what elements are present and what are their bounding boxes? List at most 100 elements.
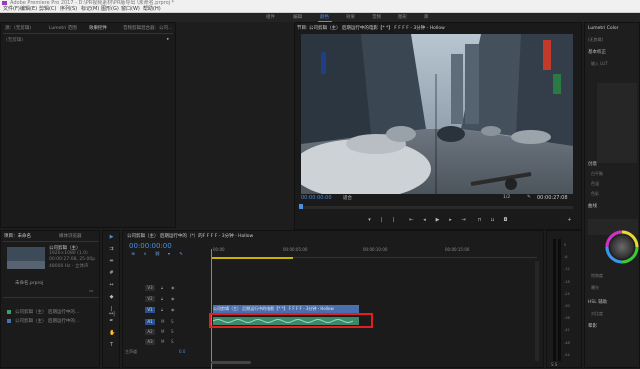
folder-icon[interactable]: ▭ xyxy=(89,289,93,294)
video-clip-v1[interactable]: 公司剪辑（主） 后期运行中的电影【* *】 F F F F - 3分钟 - Ho… xyxy=(213,305,359,313)
add-marker-timeline-icon[interactable]: ▾ xyxy=(167,252,171,256)
menu-edit[interactable]: 编辑(E) xyxy=(20,6,37,12)
nest-icon[interactable]: ⊞ xyxy=(131,252,135,256)
tab-lumetri-scopes[interactable]: Lumetri 范围 xyxy=(49,25,77,31)
mark-out-icon[interactable]: | xyxy=(391,218,396,223)
track-v1[interactable]: V1 xyxy=(145,307,155,313)
wrench-timeline-icon[interactable]: ✎ xyxy=(179,252,183,256)
lock-track-icon[interactable]: 🔒︎ xyxy=(161,307,163,312)
menu-help[interactable]: 帮助(H) xyxy=(143,6,161,12)
timeline-tab[interactable]: 公司剪辑（主） 后期运行中的（*）的F F F F - 3分钟 - Hollow xyxy=(127,233,427,239)
add-button-icon[interactable]: + xyxy=(567,218,572,223)
ruler-label-10: 00:00:10:00 xyxy=(363,247,388,252)
playhead-marker-icon[interactable] xyxy=(299,204,303,209)
project-item-1[interactable]: 公司剪辑（主） 后期运行中的… xyxy=(15,309,99,315)
clip-resolution: 1920×1080 (1.0) xyxy=(49,251,88,256)
tab-effect-controls[interactable]: 效果控件 xyxy=(89,25,107,31)
track-a1[interactable]: A1 xyxy=(145,319,155,325)
section-vignette[interactable]: 晕影 xyxy=(588,323,597,329)
horizontal-scrollbar[interactable] xyxy=(211,361,251,364)
mute-icon[interactable]: M xyxy=(161,339,164,344)
go-to-in-icon[interactable]: ⇤ xyxy=(409,218,414,223)
project-list-divider xyxy=(3,297,99,298)
solo-icon[interactable]: S xyxy=(171,339,174,344)
step-forward-icon[interactable]: ▸ xyxy=(448,218,453,223)
program-timecode[interactable]: 00:00:00:00 xyxy=(301,195,332,201)
section-creative[interactable]: 创意 xyxy=(588,161,597,167)
ripple-edit-tool-icon[interactable]: ⇹ xyxy=(109,259,114,264)
tab-project[interactable]: 项目：未命名 xyxy=(4,233,31,239)
menu-clip[interactable]: 剪辑(C) xyxy=(39,6,56,12)
solo-buttons[interactable]: S S xyxy=(551,362,557,367)
work-area-bar[interactable] xyxy=(211,257,293,259)
tab-media-browser[interactable]: 媒体浏览器 xyxy=(59,233,82,239)
track-v2[interactable]: V2 xyxy=(145,296,155,302)
lock-track-icon[interactable]: 🔒︎ xyxy=(161,296,163,301)
clip-duration: 00:00:27:08, 25.00p xyxy=(49,257,96,262)
lock-track-icon[interactable]: 🔒︎ xyxy=(161,285,163,290)
extract-icon[interactable]: ⊔ xyxy=(490,218,495,223)
color-wheel-icon[interactable] xyxy=(604,227,640,267)
menu-file[interactable]: 文件(F) xyxy=(3,6,20,12)
hand-tool-icon[interactable]: ✋ xyxy=(109,331,115,336)
menu-window[interactable]: 窗口(W) xyxy=(121,6,140,12)
workspace-graphics[interactable]: 图形 xyxy=(398,14,407,21)
menu-marker[interactable]: 标记(M) xyxy=(81,6,99,12)
chevron-right-icon[interactable]: ▸ xyxy=(167,37,169,42)
workspace-color[interactable]: 颜色 xyxy=(320,14,329,21)
tab-source[interactable]: 源：(无剪辑) xyxy=(5,25,31,31)
vertical-scrollbar[interactable] xyxy=(535,261,539,361)
rate-stretch-tool-icon[interactable]: ↔ xyxy=(109,283,114,288)
project-file-name: 未命名.prproj xyxy=(15,281,44,286)
add-marker-icon[interactable]: ▾ xyxy=(367,218,372,223)
workspace-assembly[interactable]: 组件 xyxy=(266,14,275,21)
menu-graphics[interactable]: 图形(G) xyxy=(101,6,119,12)
project-item-2[interactable]: 公司剪辑（主） 后期运行中的… xyxy=(15,318,99,324)
eye-icon[interactable]: ◉ xyxy=(171,296,175,301)
solo-icon[interactable]: S xyxy=(171,319,174,324)
section-basic-correction[interactable]: 基本校正 xyxy=(588,49,606,55)
mute-icon[interactable]: M xyxy=(161,319,164,324)
step-back-icon[interactable]: ◂ xyxy=(422,218,427,223)
camera-icon[interactable]: ◘ xyxy=(503,218,508,223)
track-a2[interactable]: A2 xyxy=(145,329,155,335)
snap-icon[interactable]: ∩ xyxy=(143,252,147,256)
program-scrubber[interactable] xyxy=(301,206,573,209)
playhead-line[interactable] xyxy=(211,249,212,369)
workspace-audio[interactable]: 音频 xyxy=(372,14,381,21)
no-clip-label: (无剪辑) xyxy=(6,38,24,43)
quality-select[interactable]: 1/2 xyxy=(503,195,510,200)
eye-icon[interactable]: ◉ xyxy=(171,285,175,290)
wrench-icon[interactable]: ✎ xyxy=(527,195,531,200)
track-a3[interactable]: A3 xyxy=(145,339,155,345)
mark-in-icon[interactable]: | xyxy=(379,218,384,223)
pen-tool-icon[interactable]: ✒ xyxy=(109,319,114,324)
clip-thumbnail[interactable] xyxy=(7,247,45,269)
workspace-editing[interactable]: 编辑 xyxy=(293,14,302,21)
play-icon[interactable]: ▶ xyxy=(435,218,440,223)
fit-select[interactable]: 适合 xyxy=(343,195,352,201)
rolling-edit-tool-icon[interactable]: # xyxy=(109,271,114,276)
mute-icon[interactable]: M xyxy=(161,329,164,334)
menu-sequence[interactable]: 序列(S) xyxy=(60,6,77,12)
type-tool-icon[interactable]: T xyxy=(109,343,114,348)
razor-tool-icon[interactable]: ◆ xyxy=(109,295,114,300)
timeline-timecode[interactable]: 00:00:00:00 xyxy=(129,242,172,250)
workspace-libraries[interactable]: 库 xyxy=(424,14,429,21)
tab-audio-clip-mixer[interactable]: 音频剪辑混合器：公司… xyxy=(123,25,175,31)
solo-icon[interactable]: S xyxy=(171,329,174,334)
section-hsl[interactable]: HSL 辅助 xyxy=(588,299,607,305)
selection-tool-icon[interactable]: ▶ xyxy=(109,235,114,240)
workspace-effects[interactable]: 效果 xyxy=(346,14,355,21)
meter-tick: -30 xyxy=(564,304,570,309)
label-tint: 色彩 xyxy=(591,191,599,196)
go-to-out-icon[interactable]: ⇥ xyxy=(461,218,466,223)
linked-selection-icon[interactable]: ⛓ xyxy=(155,252,160,256)
track-v3[interactable]: V3 xyxy=(145,285,155,291)
lift-icon[interactable]: ⊓ xyxy=(477,218,482,223)
slip-tool-icon[interactable]: |↔| xyxy=(109,307,115,317)
section-curves[interactable]: 曲线 xyxy=(588,203,597,209)
eye-icon[interactable]: ◉ xyxy=(171,307,175,312)
master-value[interactable]: 0.0 xyxy=(179,349,185,354)
track-select-tool-icon[interactable]: ⇉ xyxy=(109,247,114,252)
